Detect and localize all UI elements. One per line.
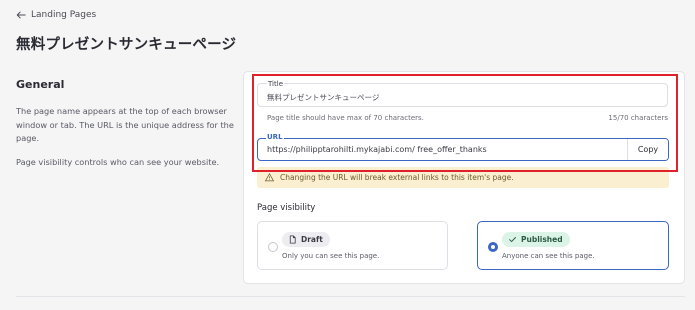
general-section-info: General The page name appears at the top… [16,78,236,169]
title-hint: Page title should have max of 70 charact… [267,114,424,122]
draft-label: Draft [301,235,323,244]
check-icon [509,237,516,243]
visibility-option-draft[interactable]: Draft Only you can see this page. [257,221,448,270]
title-input-value[interactable]: 無料プレゼントサンキューページ [267,92,379,103]
published-description: Anyone can see this page. [502,252,595,260]
title-character-counter: 15/70 characters [608,114,668,122]
visibility-note: Page visibility controls who can see you… [16,156,220,167]
draft-badge: Draft [282,232,330,247]
section-divider [16,296,685,297]
page-title: 無料プレゼントサンキューページ [16,37,237,53]
document-icon [289,235,296,244]
general-description: The page name appears at the top of each… [16,106,234,143]
general-heading: General [16,78,65,91]
arrow-left-icon [16,11,26,19]
draft-radio[interactable] [268,242,278,252]
back-link-label: Landing Pages [31,10,97,20]
warning-icon [265,173,274,182]
page-visibility-heading: Page visibility [257,203,316,213]
published-label: Published [521,235,563,244]
url-warning-banner: Changing the URL will break external lin… [257,167,669,188]
url-input-value[interactable]: https://philipptarohilti.mykajabi.com/ f… [267,145,487,154]
visibility-option-published[interactable]: Published Anyone can see this page. [477,221,669,270]
copy-url-button[interactable]: Copy [627,139,668,160]
published-radio[interactable] [488,242,498,252]
draft-description: Only you can see this page. [282,252,380,260]
published-badge: Published [502,232,570,247]
back-link[interactable]: Landing Pages [16,10,96,20]
url-warning-text: Changing the URL will break external lin… [280,173,514,182]
title-label: Title [267,80,285,88]
url-label: URL [266,133,284,141]
